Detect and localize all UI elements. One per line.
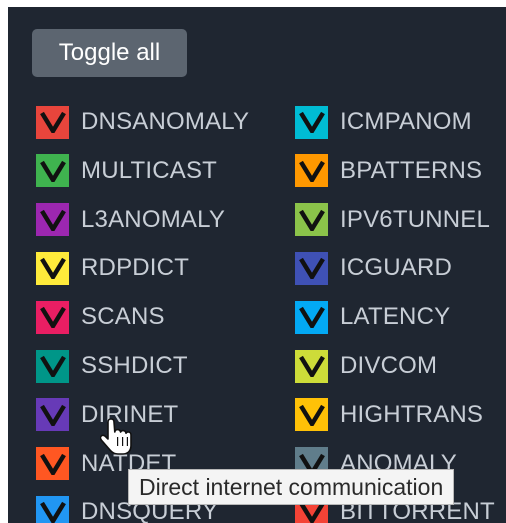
checkbox-icon[interactable]	[36, 251, 69, 285]
checkbox-icon[interactable]	[36, 300, 69, 334]
checkbox-icon[interactable]	[295, 251, 328, 285]
hand-pointer-cursor-icon	[100, 418, 132, 455]
checkbox-icon[interactable]	[36, 154, 69, 188]
legend-item-l3anomaly[interactable]: L3ANOMALY	[36, 200, 225, 240]
legend-item-label: RDPDICT	[81, 254, 190, 282]
checkbox-icon[interactable]	[295, 154, 328, 188]
legend-item-rdpdict[interactable]: RDPDICT	[36, 248, 189, 288]
checkbox-icon[interactable]	[295, 349, 328, 383]
legend-item-label: L3ANOMALY	[81, 205, 226, 233]
legend-item-icmpanom[interactable]: ICMPANOM	[295, 102, 472, 142]
checkbox-icon[interactable]	[295, 398, 328, 432]
legend-item-divcom[interactable]: DIVCOM	[295, 346, 437, 386]
legend-item-label: DNSANOMALY	[81, 108, 250, 135]
checkbox-icon[interactable]	[36, 349, 69, 383]
legend-item-bpatterns[interactable]: BPATTERNS	[295, 151, 482, 191]
legend-item-latency[interactable]: LATENCY	[295, 297, 450, 337]
checkbox-icon[interactable]	[36, 105, 69, 139]
legend-item-label: SCANS	[81, 303, 165, 331]
legend-item-label: DIVCOM	[340, 352, 438, 379]
checkbox-icon[interactable]	[36, 398, 69, 432]
legend-item-label: SSHDICT	[81, 352, 188, 379]
tooltip: Direct internet communication	[128, 469, 455, 505]
legend-item-label: IPV6TUNNEL	[340, 205, 491, 233]
legend-item-label: ICMPANOM	[340, 108, 472, 135]
checkbox-icon[interactable]	[36, 447, 69, 481]
legend-panel: Toggle all DNSANOMALY MULTICAST L3ANOMALY R…	[8, 7, 506, 523]
checkbox-icon[interactable]	[36, 495, 69, 523]
legend-item-label: MULTICAST	[81, 156, 218, 184]
toggle-all-button[interactable]: Toggle all	[32, 29, 187, 77]
legend-item-label: LATENCY	[340, 303, 451, 331]
checkbox-icon[interactable]	[295, 105, 328, 139]
legend-item-label: HIGHTRANS	[340, 400, 484, 428]
checkbox-icon[interactable]	[295, 203, 328, 237]
checkbox-icon[interactable]	[295, 300, 328, 334]
legend-item-label: BPATTERNS	[340, 156, 483, 184]
legend-item-dnsanomaly[interactable]: DNSANOMALY	[36, 102, 249, 142]
legend-item-multicast[interactable]: MULTICAST	[36, 151, 217, 191]
checkbox-icon[interactable]	[36, 203, 69, 237]
legend-item-label: ICGUARD	[340, 254, 453, 282]
legend-item-hightrans[interactable]: HIGHTRANS	[295, 395, 483, 435]
legend-item-scans[interactable]: SCANS	[36, 297, 165, 337]
legend-item-icguard[interactable]: ICGUARD	[295, 248, 452, 288]
legend-item-sshdict[interactable]: SSHDICT	[36, 346, 188, 386]
legend-item-ipv6tunnel[interactable]: IPV6TUNNEL	[295, 200, 490, 240]
